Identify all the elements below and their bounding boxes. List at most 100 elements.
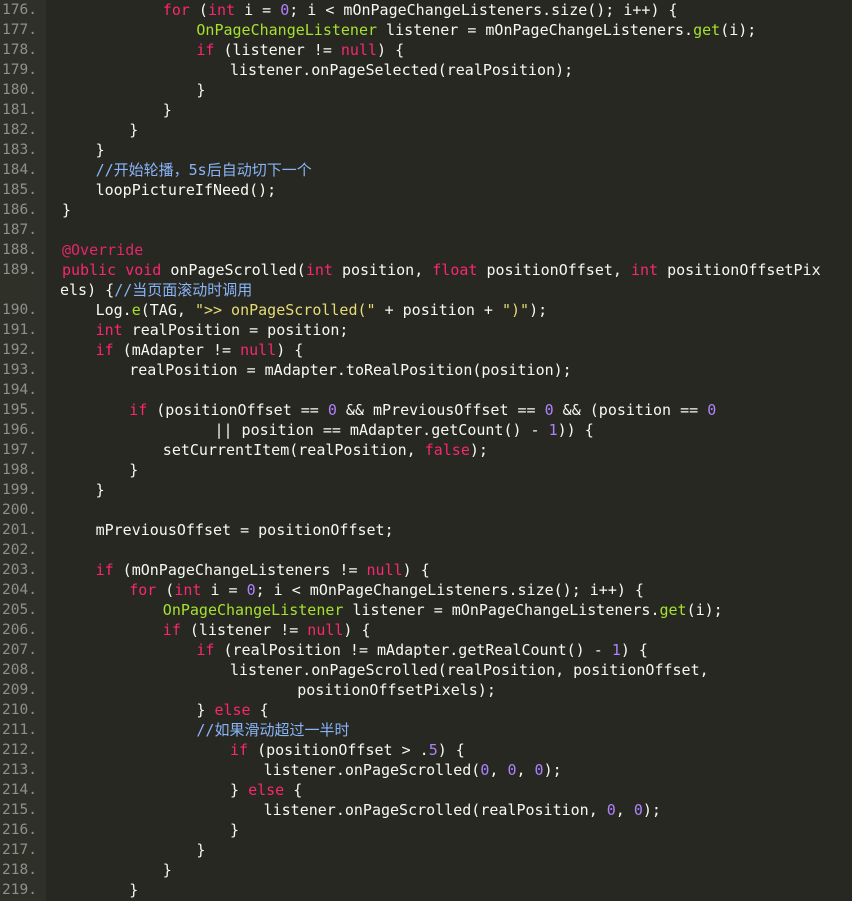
code-line[interactable]: 185. loopPictureIfNeed(); bbox=[0, 180, 852, 200]
code-line[interactable]: 209. positionOffsetPixels); bbox=[0, 680, 852, 700]
code-line[interactable]: 195. if (positionOffset == 0 && mPrevious… bbox=[0, 400, 852, 420]
code-editor[interactable]: 176. for (int i = 0; i < mOnPageChangeLis… bbox=[0, 0, 852, 901]
code-line[interactable]: 194. bbox=[0, 380, 852, 400]
code-line[interactable]: 199.} bbox=[0, 480, 852, 500]
code-line[interactable]: els) {//当页面滚动时调用 bbox=[0, 280, 852, 300]
code-token: (i); bbox=[686, 601, 723, 619]
code-text: } else { bbox=[196, 700, 852, 720]
code-number: 5 bbox=[428, 741, 438, 759]
code-token: (positionOffset > . bbox=[248, 741, 429, 759]
line-number: 179. bbox=[2, 62, 37, 78]
code-line[interactable]: 191. int realPosition = position; bbox=[0, 320, 852, 340]
code-token: (positionOffset == bbox=[147, 401, 328, 419]
code-token: ) { bbox=[402, 561, 430, 579]
code-line[interactable]: 215. listener.onPageScrolled(realPosition… bbox=[0, 800, 852, 820]
line-number: 202. bbox=[2, 542, 37, 558]
code-line[interactable]: 178. if (listener != null) { bbox=[0, 40, 852, 60]
code-line[interactable]: 183.} bbox=[0, 140, 852, 160]
code-line[interactable]: 179. listener.onPageSelected(realPosition… bbox=[0, 60, 852, 80]
code-token: , bbox=[516, 761, 535, 779]
code-token: { bbox=[284, 781, 303, 799]
line-number: 215. bbox=[2, 802, 37, 818]
code-line[interactable]: 184. //开始轮播，5s后自动切下一个 bbox=[0, 160, 852, 180]
code-line[interactable]: 180.} bbox=[0, 80, 852, 100]
code-line[interactable]: 193. realPosition = mAdapter.toRealPositi… bbox=[0, 360, 852, 380]
code-token: ) { bbox=[377, 41, 405, 59]
code-token: listener.onPageScrolled(realPosition, bbox=[263, 801, 607, 819]
code-line[interactable]: 206. if (listener != null) { bbox=[0, 620, 852, 640]
code-line[interactable]: 188. @Override bbox=[0, 240, 852, 260]
code-text: mPreviousOffset = positionOffset; bbox=[96, 520, 852, 540]
code-token: listener.onPageSelected(realPosition); bbox=[230, 61, 574, 79]
code-line[interactable]: 202. bbox=[0, 540, 852, 560]
code-keyword: null bbox=[366, 561, 403, 579]
code-token: listener = mOnPageChangeListeners. bbox=[343, 601, 660, 619]
code-text: els) {//当页面滚动时调用 bbox=[60, 280, 852, 300]
code-line[interactable]: 197. setCurrentItem(realPosition, false); bbox=[0, 440, 852, 460]
code-identifier: get bbox=[693, 21, 721, 39]
code-keyword: int bbox=[174, 581, 202, 599]
code-token: } bbox=[62, 201, 72, 219]
code-line[interactable]: 186.} bbox=[0, 200, 852, 220]
code-text: listener.onPageSelected(realPosition); bbox=[230, 60, 852, 80]
code-line[interactable]: 189. public void onPageScrolled(int posit… bbox=[0, 260, 852, 280]
code-line[interactable]: 200. bbox=[0, 500, 852, 520]
code-identifier: e bbox=[131, 301, 141, 319]
code-line[interactable]: 176. for (int i = 0; i < mOnPageChangeLis… bbox=[0, 0, 852, 20]
code-text: } bbox=[96, 140, 852, 160]
code-text: } bbox=[163, 100, 852, 120]
code-line[interactable]: 205. OnPageChangeListener listener = mOnP… bbox=[0, 600, 852, 620]
code-line[interactable]: 216.} bbox=[0, 820, 852, 840]
line-number: 182. bbox=[2, 122, 37, 138]
line-number: 199. bbox=[2, 482, 37, 498]
code-keyword: void bbox=[125, 261, 162, 279]
code-line[interactable]: 203. if (mOnPageChangeListeners != null) … bbox=[0, 560, 852, 580]
code-token: } bbox=[129, 461, 139, 479]
line-number: 211. bbox=[2, 722, 37, 738]
code-keyword: null bbox=[307, 621, 344, 639]
code-identifier: OnPageChangeListener bbox=[162, 601, 344, 619]
code-token: ; i < mOnPageChangeListeners.size(); i++… bbox=[289, 1, 678, 19]
code-text: //开始轮播，5s后自动切下一个 bbox=[96, 160, 852, 180]
code-line[interactable]: 198.} bbox=[0, 460, 852, 480]
code-line[interactable]: 217.} bbox=[0, 840, 852, 860]
code-token: + position + bbox=[375, 301, 502, 319]
code-keyword: if bbox=[162, 621, 181, 639]
code-line[interactable]: 207. if (realPosition != mAdapter.getReal… bbox=[0, 640, 852, 660]
code-line[interactable]: 212. if (positionOffset > .5) { bbox=[0, 740, 852, 760]
code-text: } bbox=[196, 80, 852, 100]
code-area[interactable]: 176. for (int i = 0; i < mOnPageChangeLis… bbox=[0, 0, 852, 900]
code-line[interactable]: 187. bbox=[0, 220, 852, 240]
code-text: listener.onPageScrolled(realPosition, 0,… bbox=[264, 800, 852, 820]
code-line[interactable]: 190. Log.e(TAG, ">> onPageScrolled(" + po… bbox=[0, 300, 852, 320]
code-line[interactable]: 214.} else { bbox=[0, 780, 852, 800]
code-token: mPreviousOffset = positionOffset; bbox=[95, 521, 394, 539]
code-text: } bbox=[62, 200, 852, 220]
line-number: 201. bbox=[2, 522, 37, 538]
line-number: 212. bbox=[2, 742, 37, 758]
code-line[interactable]: 219.} bbox=[0, 880, 852, 900]
line-number: 177. bbox=[2, 22, 37, 38]
code-line[interactable]: 211. //如果滑动超过一半时 bbox=[0, 720, 852, 740]
code-line[interactable]: 192. if (mAdapter != null) { bbox=[0, 340, 852, 360]
code-token: positionOffsetPix bbox=[658, 261, 821, 279]
code-line[interactable]: 201. mPreviousOffset = positionOffset; bbox=[0, 520, 852, 540]
line-number: 213. bbox=[2, 762, 37, 778]
code-line[interactable]: 177. OnPageChangeListener listener = mOnP… bbox=[0, 20, 852, 40]
code-token: } bbox=[95, 481, 105, 499]
code-line[interactable]: 204. for (int i = 0; i < mOnPageChangeLis… bbox=[0, 580, 852, 600]
code-token: } bbox=[95, 141, 105, 159]
code-line[interactable]: 208. listener.onPageScrolled(realPosition… bbox=[0, 660, 852, 680]
line-number: 208. bbox=[2, 662, 37, 678]
code-token: Log. bbox=[95, 301, 132, 319]
code-line[interactable]: 210.} else { bbox=[0, 700, 852, 720]
code-line[interactable]: 182.} bbox=[0, 120, 852, 140]
code-text: @Override bbox=[62, 240, 852, 260]
code-line[interactable]: 218.} bbox=[0, 860, 852, 880]
code-text: if (mOnPageChangeListeners != null) { bbox=[96, 560, 852, 580]
code-line[interactable]: 181.} bbox=[0, 100, 852, 120]
code-line[interactable]: 213. listener.onPageScrolled(0, 0, 0); bbox=[0, 760, 852, 780]
code-token: (TAG, bbox=[140, 301, 195, 319]
code-line[interactable]: 196. || position == mAdapter.getCount() … bbox=[0, 420, 852, 440]
code-number: 0 bbox=[327, 401, 337, 419]
